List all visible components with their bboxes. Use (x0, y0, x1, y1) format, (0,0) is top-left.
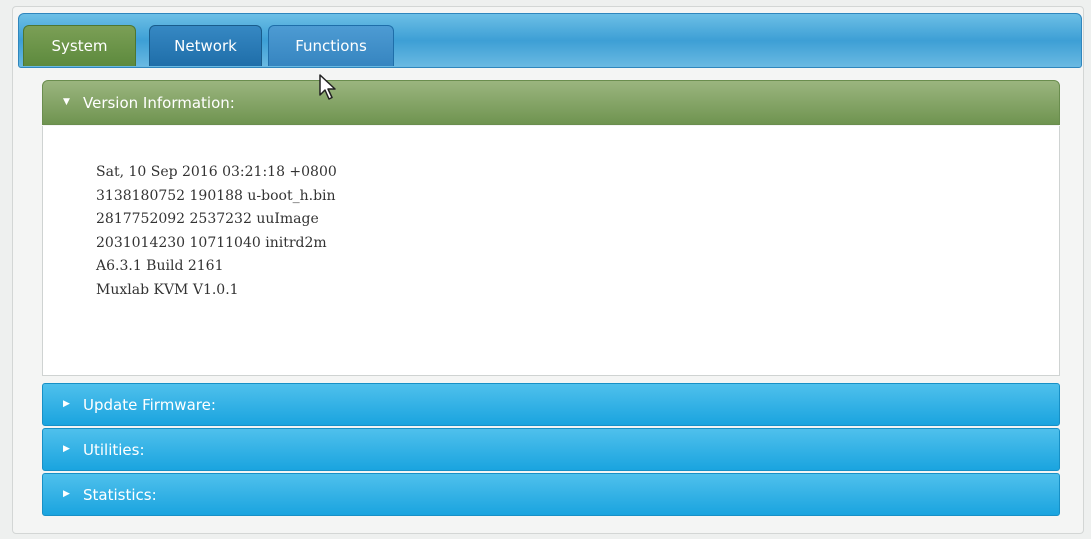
version-lines: Sat, 10 Sep 2016 03:21:18 +0800 31381807… (96, 161, 337, 302)
version-line: 2031014230 10711040 initrd2m (96, 234, 327, 251)
tab-network[interactable]: Network (149, 25, 262, 66)
update-firmware-header[interactable]: ▶ Update Firmware: (42, 383, 1060, 426)
utilities-header[interactable]: ▶ Utilities: (42, 428, 1060, 471)
update-firmware-title: Update Firmware: (83, 396, 216, 414)
version-line: 2817752092 2537232 uuImage (96, 211, 319, 227)
tab-bar: System Network Functions (18, 13, 1082, 68)
triangle-right-icon: ▶ (63, 444, 70, 454)
version-line: A6.3.1 Build 2161 (96, 258, 224, 274)
version-line: Sat, 10 Sep 2016 03:21:18 +0800 (96, 164, 337, 180)
triangle-right-icon: ▶ (63, 399, 70, 409)
statistics-header[interactable]: ▶ Statistics: (42, 473, 1060, 516)
statistics-title: Statistics: (83, 486, 157, 504)
tab-functions[interactable]: Functions (268, 25, 394, 66)
mouse-pointer-icon (318, 74, 338, 106)
version-information-content: Sat, 10 Sep 2016 03:21:18 +0800 31381807… (42, 126, 1060, 376)
triangle-down-icon: ▼ (63, 97, 70, 107)
version-line: Muxlab KVM V1.0.1 (96, 281, 239, 298)
version-information-title: Version Information: (83, 94, 235, 112)
triangle-right-icon: ▶ (63, 489, 70, 499)
tab-system[interactable]: System (23, 25, 136, 66)
version-information-header[interactable]: ▼ Version Information: (42, 80, 1060, 125)
utilities-title: Utilities: (83, 441, 145, 459)
version-line: 3138180752 190188 u-boot_h.bin (96, 187, 336, 204)
